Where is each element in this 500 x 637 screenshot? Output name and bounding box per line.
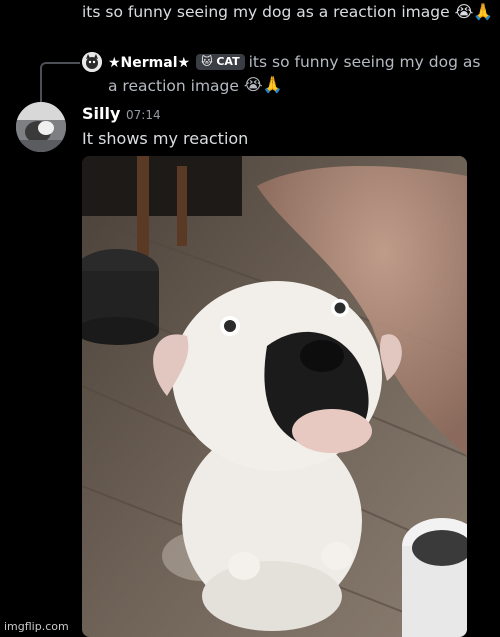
avatar[interactable] [16, 102, 66, 152]
message-text: It shows my reaction [82, 129, 249, 148]
user-avatar-icon [16, 102, 66, 152]
cat-avatar-icon [82, 52, 102, 72]
previous-message: its so funny seeing my dog as a reaction… [82, 2, 493, 22]
dog-photo [82, 156, 467, 637]
message-author[interactable]: Silly [82, 104, 120, 124]
reply-author[interactable]: ★Nermal★ [108, 55, 190, 71]
imgflip-watermark: imgflip.com [4, 620, 69, 633]
reply-avatar[interactable] [82, 52, 102, 72]
reply-preview[interactable]: ★Nermal★ 🐱 CAT its so funny seeing my dog … [108, 51, 488, 98]
reply-emoji: 😭🙏 [243, 75, 283, 94]
crying-praying-emoji: 😭🙏 [454, 2, 494, 21]
reply-spine [40, 62, 80, 102]
cat-tag-badge: 🐱 CAT [196, 54, 245, 70]
message-timestamp: 07:14 [126, 108, 161, 122]
previous-message-text: its so funny seeing my dog as a reaction… [82, 3, 450, 21]
image-attachment[interactable] [82, 156, 467, 637]
